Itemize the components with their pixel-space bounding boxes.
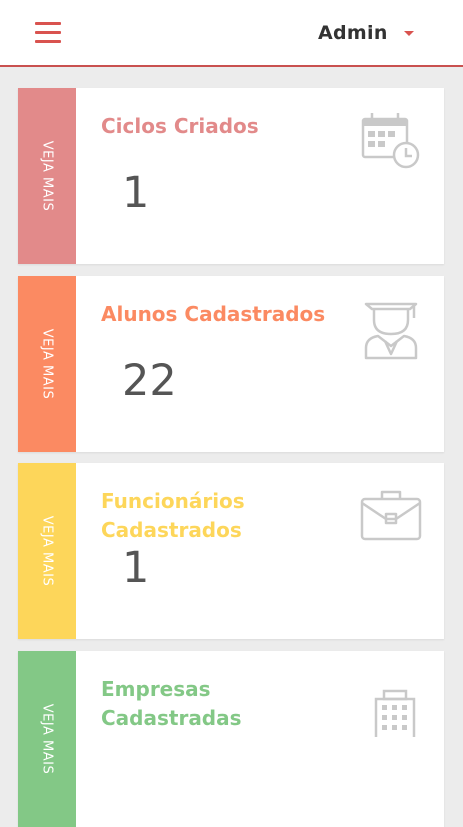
card-ciclos-criados: VEJA MAIS Ciclos Criados 1 bbox=[18, 88, 444, 264]
veja-mais-label: VEJA MAIS bbox=[39, 140, 55, 212]
card-title: Ciclos Criados bbox=[101, 114, 259, 138]
card-count: 22 bbox=[122, 356, 177, 406]
veja-mais-button[interactable]: VEJA MAIS bbox=[18, 651, 76, 827]
card-empresas-cadastradas: VEJA MAIS Empresas Cadastradas bbox=[18, 651, 444, 827]
card-title: Alunos Cadastrados bbox=[101, 302, 326, 326]
card-funcionarios-cadastrados: VEJA MAIS Funcionários Cadastrados 1 bbox=[18, 463, 444, 639]
user-menu-dropdown[interactable]: Admin bbox=[318, 18, 414, 48]
briefcase-icon bbox=[360, 490, 422, 541]
veja-mais-button[interactable]: VEJA MAIS bbox=[18, 276, 76, 452]
top-navbar: Admin bbox=[0, 0, 463, 67]
hamburger-menu-icon[interactable] bbox=[35, 22, 61, 44]
user-name: Admin bbox=[318, 22, 388, 44]
card-title: Funcionários Cadastrados bbox=[101, 489, 245, 542]
card-title: Empresas Cadastradas bbox=[101, 677, 242, 730]
building-icon bbox=[374, 689, 416, 737]
veja-mais-label: VEJA MAIS bbox=[39, 515, 55, 587]
graduate-icon bbox=[364, 302, 418, 360]
card-count: 1 bbox=[122, 543, 150, 593]
veja-mais-label: VEJA MAIS bbox=[39, 328, 55, 400]
caret-down-icon bbox=[403, 30, 414, 36]
calendar-clock-icon bbox=[361, 113, 420, 169]
card-count: 1 bbox=[122, 168, 150, 218]
veja-mais-label: VEJA MAIS bbox=[39, 703, 55, 775]
veja-mais-button[interactable]: VEJA MAIS bbox=[18, 463, 76, 639]
card-alunos-cadastrados: VEJA MAIS Alunos Cadastrados 22 bbox=[18, 276, 444, 452]
veja-mais-button[interactable]: VEJA MAIS bbox=[18, 88, 76, 264]
